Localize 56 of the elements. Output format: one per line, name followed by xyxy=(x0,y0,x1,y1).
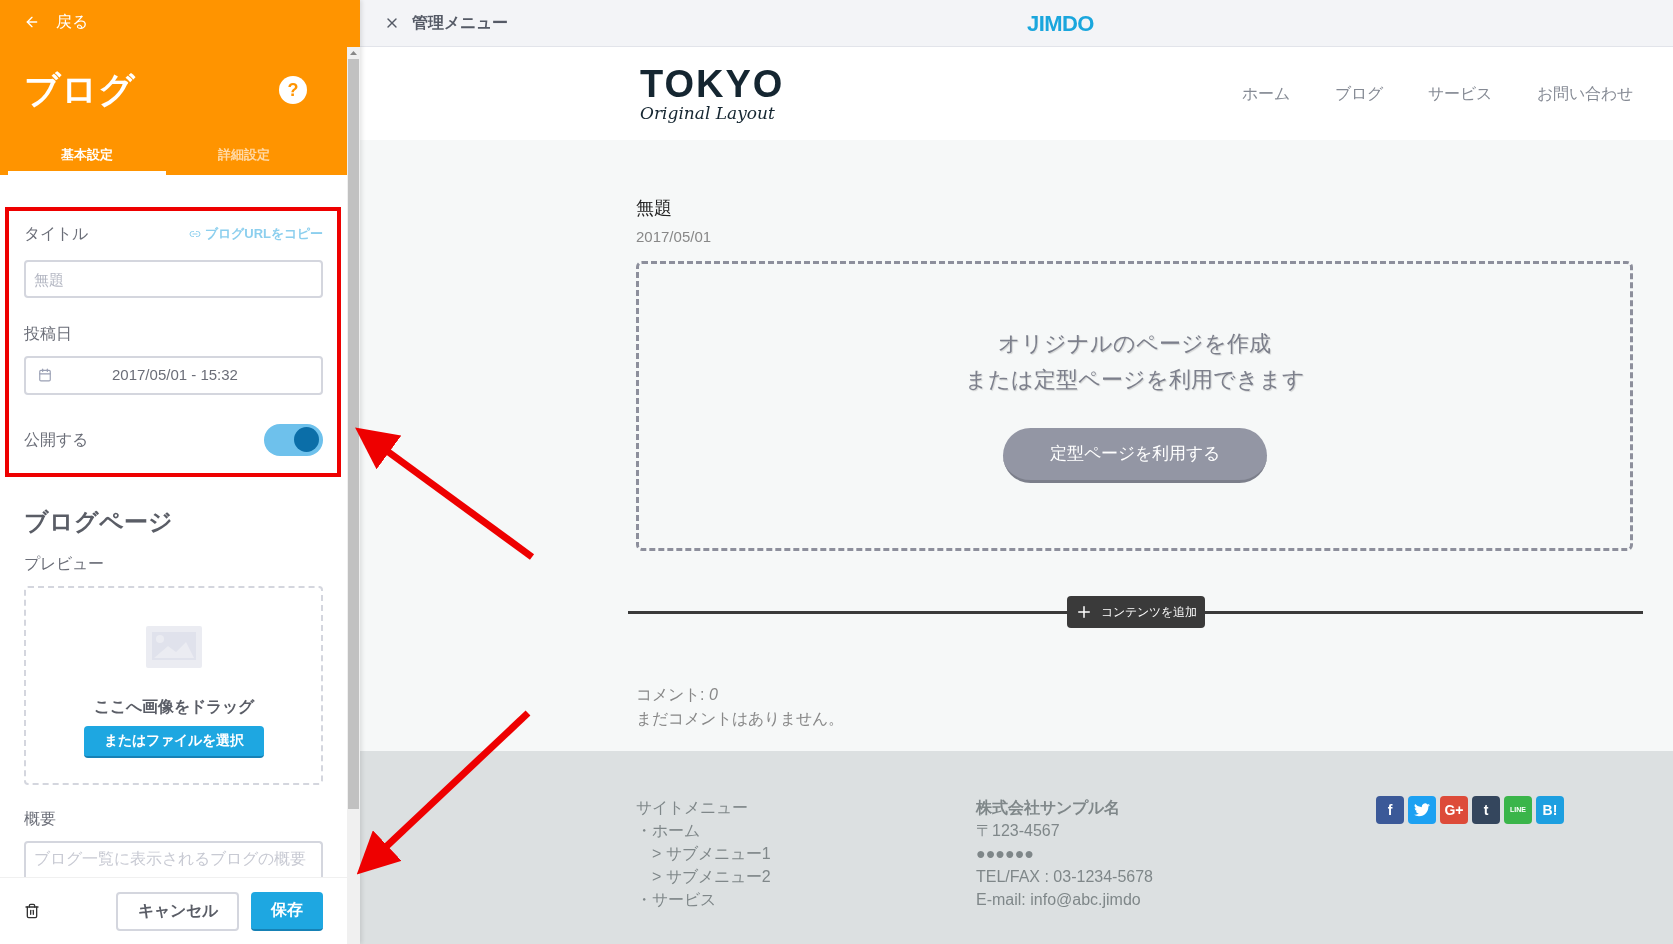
field-label: 概要 xyxy=(24,809,57,827)
field-label: 投稿日 xyxy=(24,324,73,343)
footer-menu-link[interactable]: > サブメニュー2 xyxy=(652,865,976,888)
empty-block-message: オリジナルのページを作成 xyxy=(998,330,1271,358)
footer-menu-link[interactable]: > サブメニュー1 xyxy=(652,842,976,865)
trash-icon xyxy=(24,903,40,919)
cancel-button[interactable]: キャンセル xyxy=(116,891,239,931)
help-button[interactable]: ? xyxy=(279,76,307,104)
nav-link[interactable]: ホーム xyxy=(1242,81,1290,106)
panel-title: ブログ xyxy=(24,70,135,110)
settings-tab[interactable]: 詳細設定 xyxy=(165,138,323,175)
company-info: TEL/FAX : 03-1234-5678 xyxy=(976,867,1154,887)
field-label: プレビュー xyxy=(24,553,105,572)
publish-toggle[interactable] xyxy=(264,423,323,456)
image-placeholder-icon xyxy=(145,625,202,668)
nav-link[interactable]: ブログ xyxy=(1335,81,1383,106)
scroll-up-icon xyxy=(350,51,357,55)
site-logo[interactable]: TOKYO Original Layout xyxy=(640,65,785,122)
link-icon xyxy=(189,228,202,240)
company-info: ●●●●●● xyxy=(976,844,1035,864)
post-title: 無題 xyxy=(636,197,673,219)
back-button[interactable]: 戻る xyxy=(24,12,88,32)
no-comments-text: まだコメントはありません。 xyxy=(636,709,845,729)
date-input[interactable]: 2017/05/01 - 15:32 xyxy=(24,356,323,395)
close-button[interactable]: 管理メニュー xyxy=(384,11,508,35)
company-info: E-mail: info@abc.jimdo xyxy=(976,890,1142,910)
dropzone-text: ここへ画像をドラッグ xyxy=(93,696,254,717)
social-button[interactable] xyxy=(1408,796,1436,824)
section-title: ブログページ xyxy=(24,506,174,534)
social-button[interactable]: G+ xyxy=(1440,796,1468,824)
save-button[interactable]: 保存 xyxy=(251,891,323,931)
social-button[interactable]: B! xyxy=(1536,796,1564,824)
social-button[interactable]: f xyxy=(1376,796,1404,824)
company-name: 株式会社サンプル名 xyxy=(976,798,1121,818)
company-info: 〒123-4567 xyxy=(976,821,1061,841)
field-label: タイトル xyxy=(24,224,88,244)
empty-block-message: または定型ページを利用できます xyxy=(964,366,1305,394)
scrollbar[interactable] xyxy=(347,47,360,944)
footer-menu-link[interactable]: ・サービス xyxy=(636,888,976,911)
comment-count: コメント: 0 xyxy=(636,685,719,705)
use-template-button[interactable]: 定型ページを利用する xyxy=(1002,428,1267,483)
footer-menu-link[interactable]: ・ホーム xyxy=(636,819,976,842)
copy-url-link[interactable]: ブログURLをコピー xyxy=(189,224,323,244)
nav-link[interactable]: お問い合わせ xyxy=(1537,81,1633,106)
select-file-button[interactable]: またはファイルを選択 xyxy=(83,725,264,758)
calendar-icon xyxy=(38,368,52,383)
social-button[interactable]: t xyxy=(1472,796,1500,824)
field-label: 公開する xyxy=(24,429,88,450)
nav-link[interactable]: サービス xyxy=(1428,81,1492,106)
footer-menu-title: サイトメニュー xyxy=(636,798,749,818)
post-date: 2017/05/01 xyxy=(636,227,713,246)
title-input[interactable]: 無題 xyxy=(24,260,323,299)
bird-icon xyxy=(1414,803,1430,817)
jimdo-logo: JIMDO xyxy=(1027,9,1094,38)
add-content-button[interactable]: コンテンツを追加 xyxy=(1066,596,1205,628)
image-dropzone[interactable]: ここへ画像をドラッグ またはファイルを選択 xyxy=(24,585,323,785)
